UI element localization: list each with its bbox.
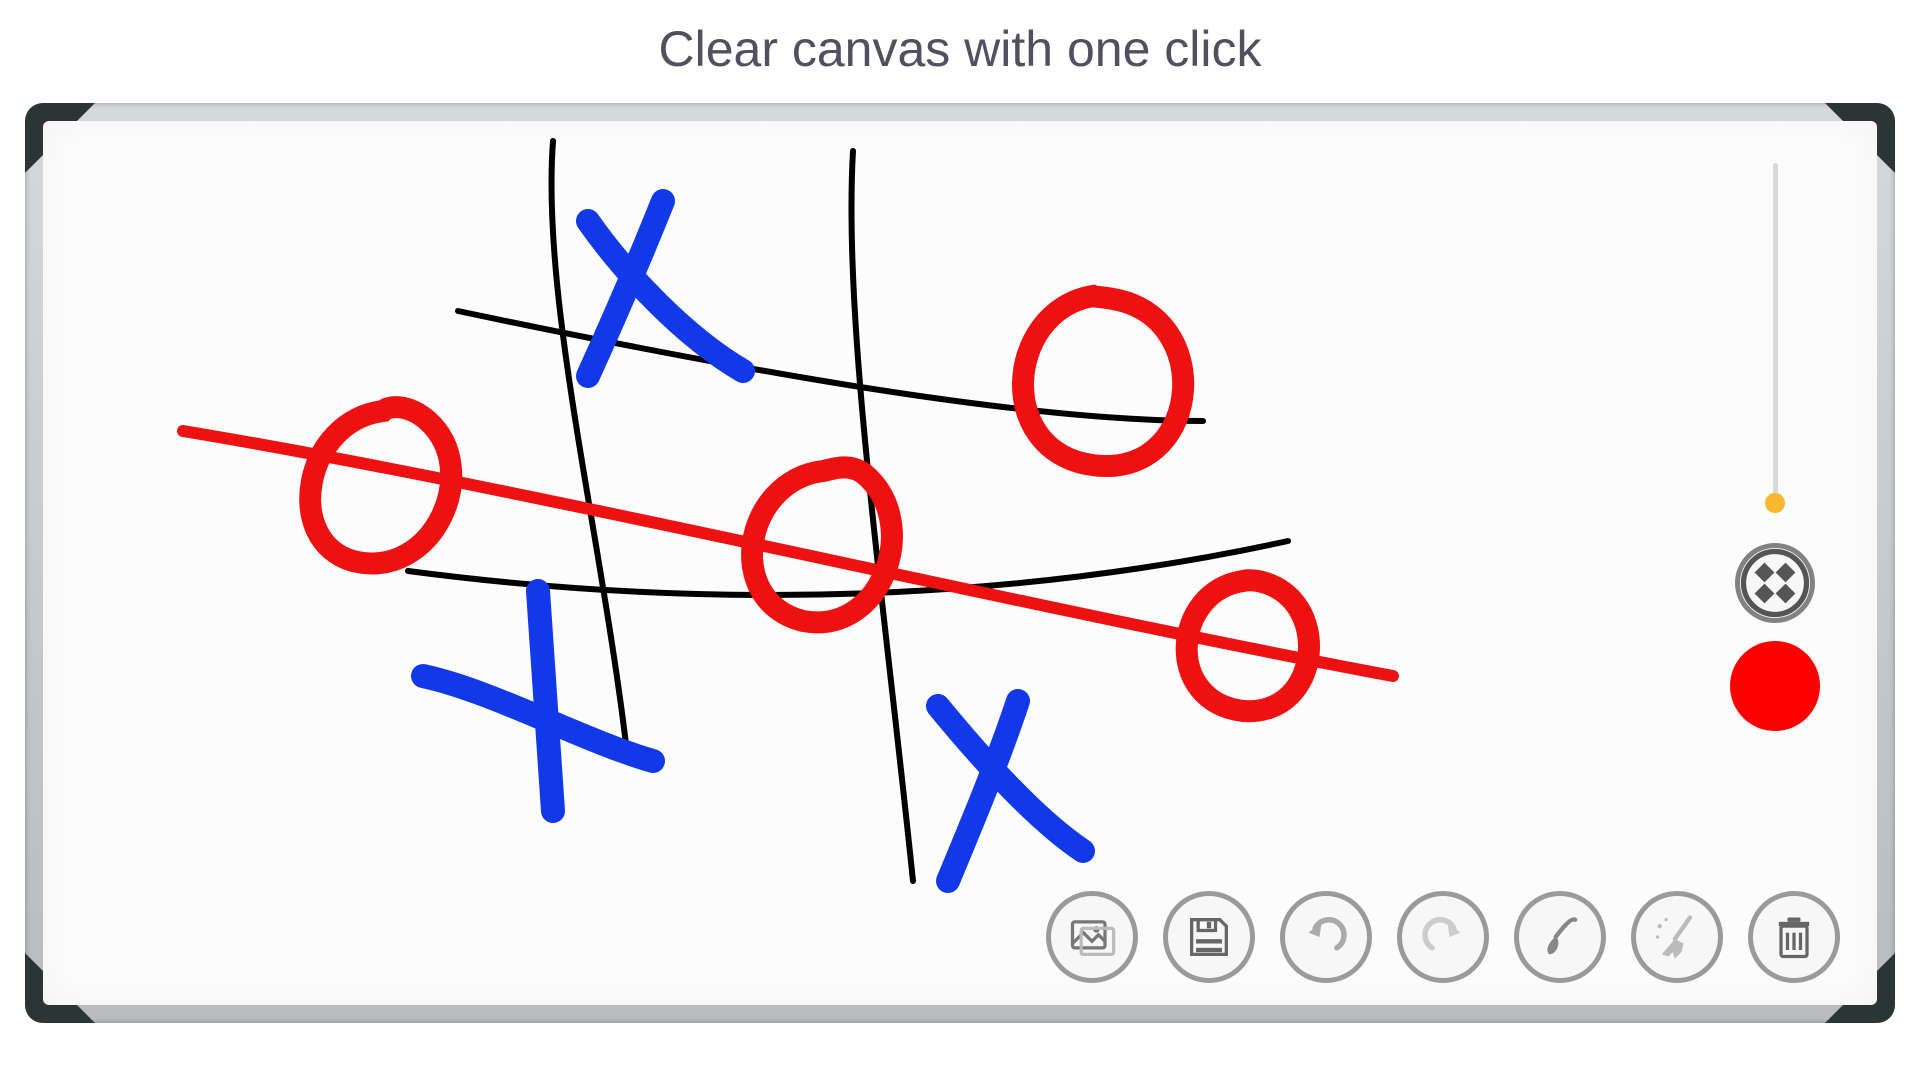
undo-button[interactable] xyxy=(1280,891,1372,983)
brush-icon xyxy=(1534,911,1586,963)
save-button[interactable] xyxy=(1163,891,1255,983)
redo-icon xyxy=(1417,911,1469,963)
trash-button[interactable] xyxy=(1748,891,1840,983)
side-panel xyxy=(1730,163,1820,731)
drawing-canvas[interactable] xyxy=(43,121,1877,1005)
brush-size-slider[interactable] xyxy=(1773,163,1778,503)
page-title: Clear canvas with one click xyxy=(0,0,1920,88)
trash-icon xyxy=(1768,911,1820,963)
redo-button[interactable] xyxy=(1397,891,1489,983)
insert-image-button[interactable] xyxy=(1046,891,1138,983)
current-color-indicator[interactable] xyxy=(1730,641,1820,731)
whiteboard xyxy=(25,103,1895,1023)
brush-button[interactable] xyxy=(1514,891,1606,983)
broom-icon xyxy=(1651,911,1703,963)
save-icon xyxy=(1183,911,1235,963)
bottom-toolbar xyxy=(1046,891,1840,983)
clear-canvas-button[interactable] xyxy=(1631,891,1723,983)
o-marks xyxy=(310,296,1309,711)
shapes-icon xyxy=(1740,548,1810,618)
shapes-button[interactable] xyxy=(1735,543,1815,623)
undo-icon xyxy=(1300,911,1352,963)
image-icon xyxy=(1066,911,1118,963)
brush-size-slider-thumb[interactable] xyxy=(1765,493,1785,513)
